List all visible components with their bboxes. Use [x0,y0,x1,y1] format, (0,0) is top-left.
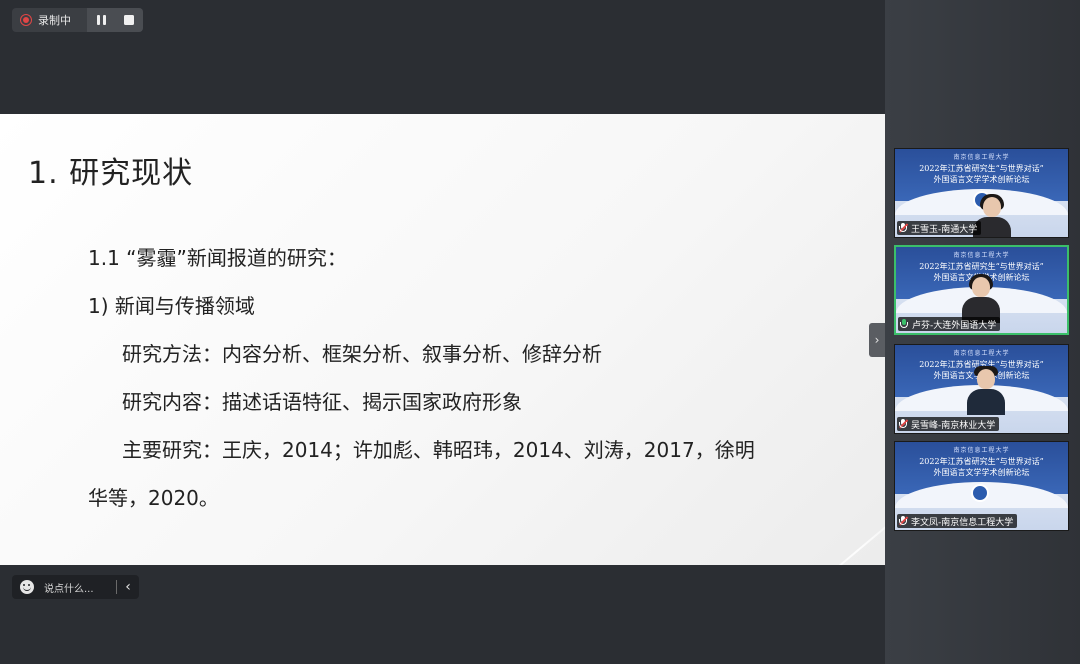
tile-school: 南京信息工程大学 [953,350,1010,357]
chevron-left-icon[interactable]: ‹ [117,575,139,599]
mic-muted-icon [899,223,908,233]
participant-name: 李文凤-南京信息工程大学 [911,517,1014,528]
name-tag: 李文凤-南京信息工程大学 [897,514,1018,528]
mic-on-icon [900,319,908,329]
participant-tile-active[interactable]: 南京信息工程大学 2022年江苏省研究生“与世界对话” 外国语言文学学术创新论坛… [894,245,1069,335]
chat-bar: 说点什么... ‹ [12,575,139,599]
tile-title-line2: 外国语言文学学术创新论坛 [933,468,1030,477]
participant-name: 吴雪峰-南京林业大学 [911,420,996,431]
tile-school: 南京信息工程大学 [953,252,1010,259]
slide-line: 华等，2020。 [88,486,219,510]
pause-icon [96,15,106,25]
stop-icon [124,15,134,25]
name-tag: 吴雪峰-南京林业大学 [897,417,1000,431]
record-icon [20,14,32,26]
participant-name: 王雪玉-南通大学 [911,224,978,235]
shared-slide: 1. 研究现状 1.1 “雾霾”新闻报道的研究： 1) 新闻与传播领域 研究方法… [0,114,885,565]
tile-title-line2: 外国语言文学学术创新论坛 [933,175,1030,184]
tile-school: 南京信息工程大学 [953,447,1010,454]
logo-icon [971,484,989,502]
participant-video [958,274,1004,323]
tile-title-line1: 2022年江苏省研究生“与世界对话” [919,457,1044,466]
recording-controls [87,8,143,32]
tile-title-line1: 2022年江苏省研究生“与世界对话” [919,164,1044,173]
tile-title-line1: 2022年江苏省研究生“与世界对话” [919,262,1044,271]
panel-toggle-button[interactable]: › [869,323,885,357]
emoji-icon[interactable] [20,580,34,594]
mic-muted-icon [899,516,908,526]
slide-line: 主要研究：王庆，2014；许加彪、韩昭玮，2014、刘涛，2017，徐明 [122,438,755,462]
participant-tile[interactable]: 南京信息工程大学 2022年江苏省研究生“与世界对话” 外国语言文学学术创新论坛… [894,148,1069,238]
mic-muted-icon [899,419,908,429]
pause-button[interactable] [87,8,115,32]
name-tag: 王雪玉-南通大学 [897,221,982,235]
stop-button[interactable] [115,8,143,32]
slide-line: 研究方法：内容分析、框架分析、叙事分析、修辞分析 [122,342,602,366]
chevron-right-icon: › [874,333,880,347]
slide-line: 1.1 “雾霾”新闻报道的研究： [88,246,347,270]
main-stage: 录制中 1. 研究现状 1.1 “雾霾”新闻报道的研究： 1) 新闻与传播领域 … [0,0,885,664]
recording-status: 录制中 [12,8,79,32]
chat-input[interactable]: 说点什么... [44,580,116,595]
tile-school: 南京信息工程大学 [953,154,1010,161]
participant-video [963,366,1009,415]
participant-tile[interactable]: 南京信息工程大学 2022年江苏省研究生“与世界对话” 外国语言文学学术创新论坛… [894,344,1069,434]
recording-label: 录制中 [38,14,71,27]
participant-tile[interactable]: 南京信息工程大学 2022年江苏省研究生“与世界对话” 外国语言文学学术创新论坛… [894,441,1069,531]
slide-line: 研究内容：描述话语特征、揭示国家政府形象 [122,390,522,414]
participant-name: 卢芬-大连外国语大学 [912,320,997,331]
decorative-streak [755,493,885,565]
recording-bar: 录制中 [12,8,143,32]
slide-line: 1) 新闻与传播领域 [88,294,255,318]
name-tag: 卢芬-大连外国语大学 [898,317,1001,331]
slide-title: 1. 研究现状 [28,156,194,191]
